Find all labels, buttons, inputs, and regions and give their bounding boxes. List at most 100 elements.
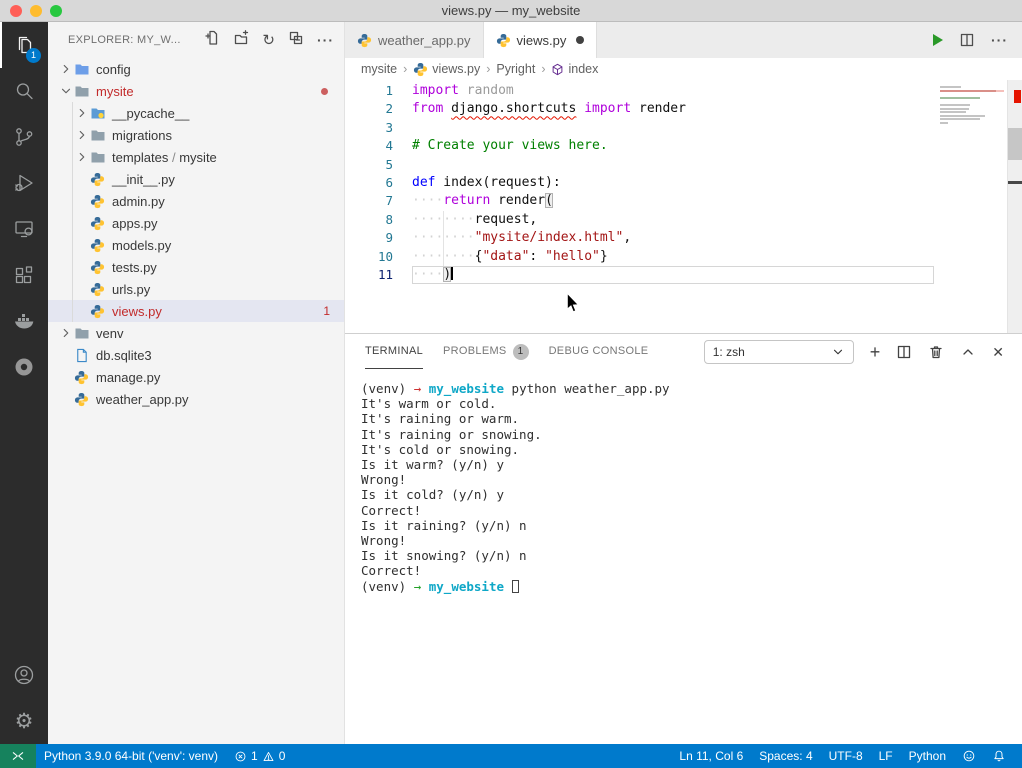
terminal-output[interactable]: (venv) → my_website python weather_app.p… [345,369,1022,744]
tree-item-label: venv [96,326,123,341]
eol-status[interactable]: LF [871,744,901,768]
tree-item[interactable]: manage.py [48,366,344,388]
tree-item[interactable]: templates / mysite [48,146,344,168]
refresh-explorer-button[interactable]: ↻ [262,33,275,48]
symbol-method-icon [551,63,564,76]
editor-tab[interactable]: views.py [484,22,598,58]
panel-tab-terminal[interactable]: TERMINAL [365,334,423,369]
new-file-button[interactable] [204,30,220,51]
activity-bar-source-control[interactable] [0,114,48,160]
tree-item[interactable]: migrations [48,124,344,146]
source-control-icon [12,125,36,149]
python-interpreter-status[interactable]: Python 3.9.0 64-bit ('venv': venv) [36,744,226,768]
split-editor-button[interactable] [959,32,975,48]
python-icon [357,33,372,48]
code-line[interactable]: 1import random [345,82,1022,100]
remote-indicator[interactable] [0,744,36,768]
breadcrumb-item[interactable]: index [551,62,598,76]
activity-bar-files[interactable]: 1 [0,22,48,68]
tree-item[interactable]: venv [48,322,344,344]
code-line[interactable]: 6def index(request): [345,174,1022,192]
indentation-status[interactable]: Spaces: 4 [751,744,820,768]
extensions-icon [12,263,36,287]
breadcrumb-item[interactable]: mysite [361,62,397,76]
activity-bar-gear-circle[interactable] [0,344,48,390]
kill-terminal-button[interactable] [928,344,944,360]
line-number: 9 [345,229,393,247]
language-mode-status[interactable]: Python [901,744,954,768]
notifications-button[interactable] [984,744,1014,768]
terminal-line: It's cold or snowing. [361,442,1022,457]
explorer-more-actions-button[interactable]: ··· [317,33,334,47]
tree-item[interactable]: weather_app.py [48,388,344,410]
tree-item[interactable]: tests.py [48,256,344,278]
activity-bar-remote-explorer[interactable] [0,206,48,252]
split-terminal-button[interactable] [896,344,912,360]
new-folder-button[interactable] [233,30,249,51]
activity-bar-settings[interactable]: ⚙ [0,698,48,744]
problems-status[interactable]: 1 0 [226,744,293,768]
tree-item[interactable]: mysite [48,80,344,102]
close-panel-button[interactable]: ✕ [992,345,1004,359]
scrollbar-thumb[interactable] [1008,128,1022,160]
line-number: 1 [345,82,393,100]
cursor-position-status[interactable]: Ln 11, Col 6 [671,744,751,768]
activity-bar-search[interactable] [0,68,48,114]
breadcrumb-item[interactable]: Pyright [496,62,535,76]
line-number: 8 [345,211,393,229]
tree-item[interactable]: __pycache__ [48,102,344,124]
terminal-line: Is it snowing? (y/n) n [361,548,1022,563]
tree-item[interactable]: views.py1 [48,300,344,322]
code-line[interactable]: 9········"mysite/index.html", [345,229,1022,247]
tree-item[interactable]: db.sqlite3 [48,344,344,366]
line-number: 5 [345,156,393,174]
maximize-panel-button[interactable] [960,344,976,360]
code-editor[interactable]: 1import random2from django.shortcuts imp… [345,80,1022,333]
unsaved-dot [576,36,584,44]
code-line[interactable]: 8········request, [345,211,1022,229]
tree-item-label: admin.py [112,194,165,209]
title-bar: views.py — my_website [0,0,1022,22]
editor-scrollbar[interactable] [1007,80,1022,333]
chevron-right-icon [58,326,74,340]
activity-bar-extensions[interactable] [0,252,48,298]
code-line[interactable]: 4# Create your views here. [345,137,1022,155]
code-line[interactable]: 3 [345,119,1022,137]
panel-tab-debug-console[interactable]: DEBUG CONSOLE [549,334,649,369]
new-terminal-button[interactable]: + [870,343,881,361]
panel-tab-problems[interactable]: PROBLEMS1 [443,334,529,369]
editor-tab[interactable]: weather_app.py [345,22,484,58]
code-line[interactable]: 2from django.shortcuts import render [345,100,1022,118]
tree-item[interactable]: admin.py [48,190,344,212]
tree-item[interactable]: __init__.py [48,168,344,190]
code-lines: 1import random2from django.shortcuts imp… [345,82,1022,284]
activity-bar-run-debug[interactable] [0,160,48,206]
tree-item[interactable]: urls.py [48,278,344,300]
panel-actions: 1: zsh + ✕ [704,340,1010,364]
encoding-status[interactable]: UTF-8 [821,744,871,768]
feedback-button[interactable] [954,744,984,768]
activity-bar-docker[interactable] [0,298,48,344]
tree-item[interactable]: models.py [48,234,344,256]
activity-bar-account[interactable] [0,652,48,698]
python-icon [90,172,108,187]
folder-icon [90,127,108,143]
code-line[interactable]: 10········{"data": "hello"} [345,248,1022,266]
terminal-line: Wrong! [361,533,1022,548]
terminal-select[interactable]: 1: zsh [704,340,854,364]
error-count: 1 [251,749,258,763]
minimap[interactable] [940,86,1004,126]
breadcrumb-separator: › [541,62,545,76]
code-line[interactable]: 7····return render( [345,192,1022,210]
run-python-file-button[interactable] [933,34,943,46]
tree-item[interactable]: config [48,58,344,80]
collapse-folders-button[interactable] [288,30,304,51]
tree-item-label: models.py [112,238,171,253]
breadcrumb-item[interactable]: views.py [413,62,480,77]
code-line[interactable]: 5 [345,156,1022,174]
tree-item[interactable]: apps.py [48,212,344,234]
code-line[interactable]: 11····) [345,266,1022,284]
editor-more-actions-button[interactable]: ··· [991,33,1008,47]
tree-item-label: manage.py [96,370,160,385]
terminal-line: It's warm or cold. [361,396,1022,411]
